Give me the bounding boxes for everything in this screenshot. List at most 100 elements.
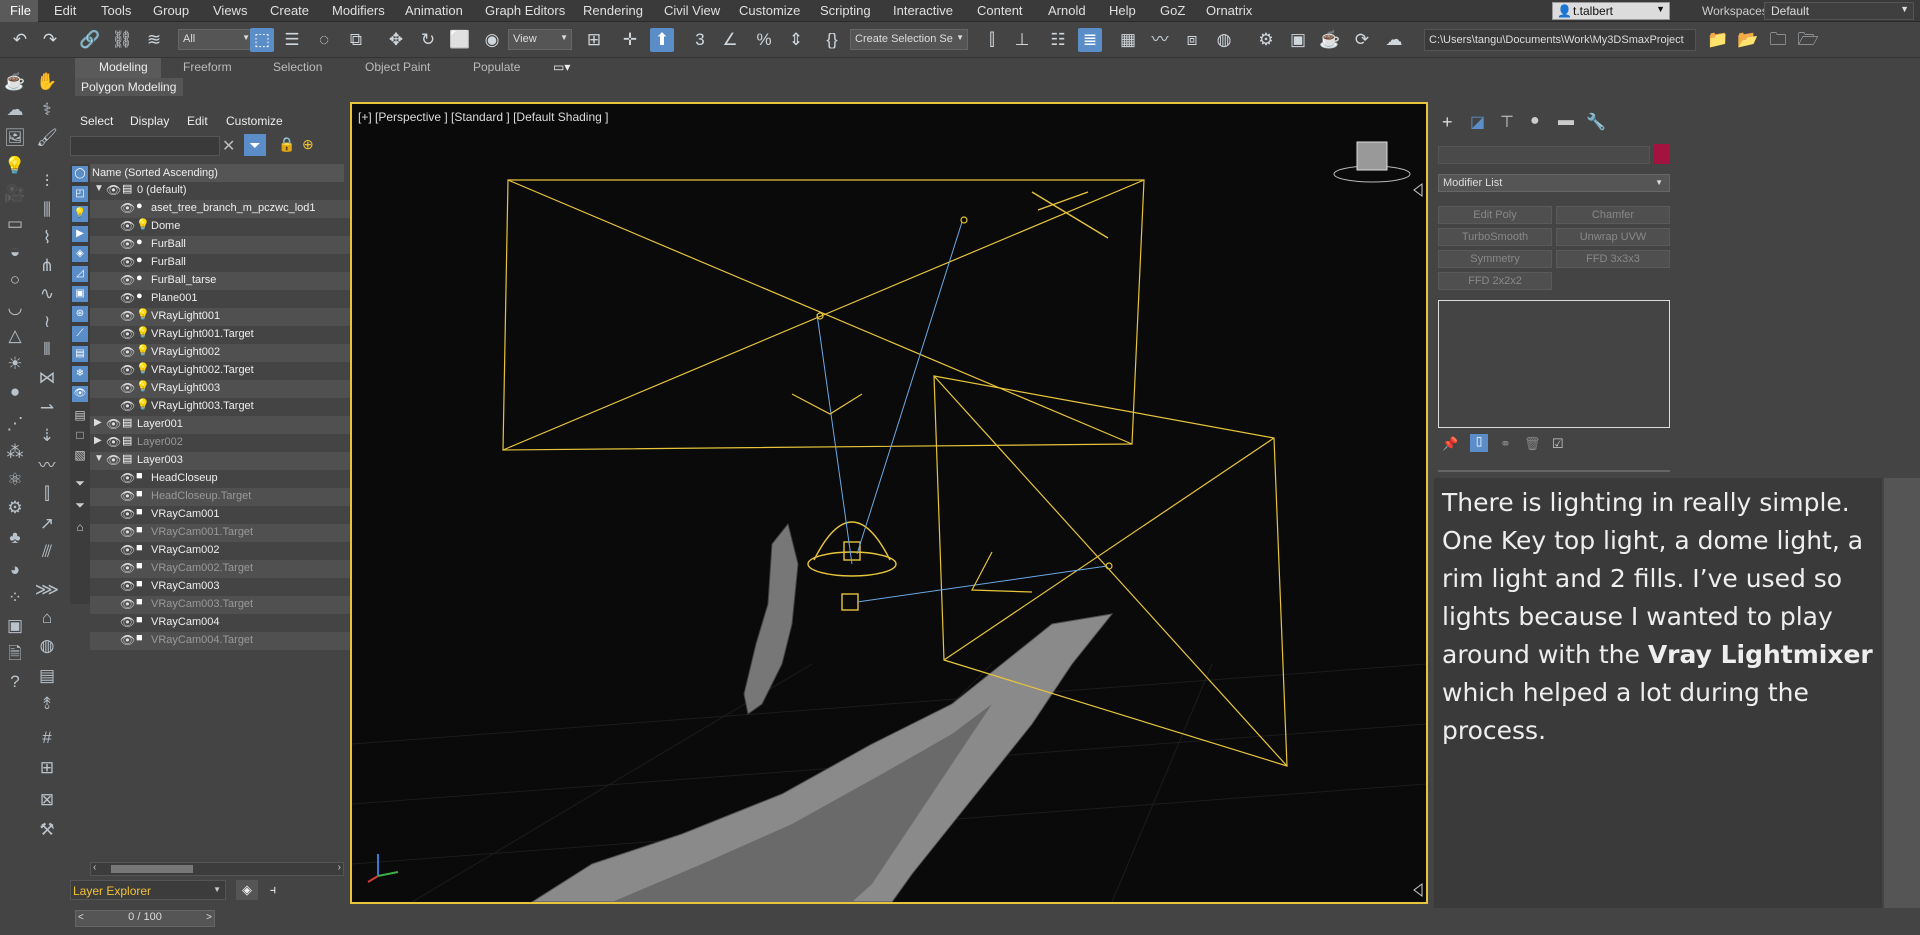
viewcube[interactable] xyxy=(1333,141,1411,183)
tab-modeling[interactable]: Modeling xyxy=(75,58,161,78)
display-all-icon[interactable]: ▤ xyxy=(72,408,88,424)
explorer-column-header[interactable]: Name (Sorted Ascending) xyxy=(70,164,344,182)
menu-rendering[interactable]: Rendering xyxy=(583,3,643,18)
utilities-tab-icon[interactable]: 🔧 xyxy=(1586,112,1606,132)
visibility-eye-icon[interactable]: 👁 xyxy=(120,237,135,251)
visibility-eye-icon[interactable]: 👁 xyxy=(120,561,135,575)
edit-poly-button[interactable]: Edit Poly xyxy=(1438,206,1552,224)
filter-icon[interactable]: ⏷ xyxy=(244,134,266,156)
object-row[interactable]: 👁 💡 VRayLight001.Target xyxy=(90,326,364,344)
angle-snap-icon[interactable]: ∠ xyxy=(718,28,742,52)
grass-icon[interactable]: ⫻ xyxy=(34,540,60,564)
visibility-eye-icon[interactable]: 👁 xyxy=(120,345,135,359)
strands-icon[interactable]: ⫶ xyxy=(34,170,60,194)
visibility-eye-icon[interactable]: 👁 xyxy=(120,525,135,539)
modify-tab-icon[interactable]: ◪ xyxy=(1470,112,1485,132)
pin-stack-icon[interactable]: 📌 xyxy=(1442,436,1458,452)
brush-icon[interactable]: 🖌 xyxy=(34,126,60,150)
display-helpers-icon[interactable]: ◈ xyxy=(72,246,88,262)
open-folder-icon[interactable]: 📂 xyxy=(1736,28,1760,52)
comb-icon[interactable]: ⫼ xyxy=(34,198,60,222)
menu-edit[interactable]: Edit xyxy=(54,3,76,18)
explorer-menu-customize[interactable]: Customize xyxy=(226,114,283,128)
sun-icon[interactable]: ☀ xyxy=(2,352,28,376)
visibility-eye-icon[interactable]: 👁 xyxy=(120,471,135,485)
plane-icon[interactable]: ▭ xyxy=(2,212,28,236)
hand-icon[interactable]: ✋ xyxy=(34,70,60,94)
render-setup-icon[interactable]: ⚙ xyxy=(1254,28,1278,52)
layers-icon[interactable]: ◈ xyxy=(236,880,258,900)
hair-icon[interactable]: ⋰ xyxy=(2,412,28,436)
pivot-center-icon[interactable]: ⊞ xyxy=(582,28,606,52)
menu-civil-view[interactable]: Civil View xyxy=(664,3,720,18)
percent-snap-icon[interactable]: % xyxy=(752,28,776,52)
visibility-eye-icon[interactable]: 👁 xyxy=(120,201,135,215)
ffd-2x2x2-button[interactable]: FFD 2x2x2 xyxy=(1438,272,1552,290)
grid-icon[interactable]: # xyxy=(34,726,60,750)
wind-icon[interactable]: 〰 xyxy=(34,454,60,478)
object-row[interactable]: 👁 ■ VRayCam003 xyxy=(90,578,364,596)
polygon-modeling-panel[interactable]: Polygon Modeling xyxy=(75,78,183,96)
time-next-icon[interactable]: > xyxy=(206,912,212,923)
menu-group[interactable]: Group xyxy=(153,3,189,18)
set-project-icon[interactable]: 🗀 xyxy=(1766,28,1790,52)
visibility-eye-icon[interactable]: 👁 xyxy=(120,633,135,647)
remove-modifier-icon[interactable]: 🗑 xyxy=(1524,436,1541,452)
scrollbar-thumb[interactable] xyxy=(111,865,193,873)
select-manipulate-icon[interactable]: ✛ xyxy=(618,28,642,52)
visibility-eye-icon[interactable]: 👁 xyxy=(120,309,135,323)
modifier-list-dropdown[interactable]: Modifier List ▼ xyxy=(1438,174,1670,192)
cone-icon[interactable]: △ xyxy=(2,324,28,348)
bowl-icon[interactable]: ◡ xyxy=(2,296,28,320)
explorer-menu-select[interactable]: Select xyxy=(80,114,113,128)
render-icon[interactable]: ▣ xyxy=(2,614,28,638)
time-slider[interactable]: < 0 / 100 > xyxy=(75,910,215,927)
create-project-icon[interactable]: 🗁 xyxy=(1796,28,1820,52)
lattice-icon[interactable]: ⊞ xyxy=(34,756,60,780)
display-containers-icon[interactable]: ▤ xyxy=(72,346,88,362)
curve-editor-icon[interactable]: 〰 xyxy=(1148,28,1172,52)
object-row[interactable]: 👁 💡 VRayLight003.Target xyxy=(90,398,364,416)
visibility-eye-icon[interactable]: 👁 xyxy=(120,255,135,269)
object-row[interactable]: 👁 💡 VRayLight002.Target xyxy=(90,362,364,380)
render-production-icon[interactable]: ☕ xyxy=(1318,28,1342,52)
scroll-left-icon[interactable]: ‹ xyxy=(93,862,96,873)
camera-icon[interactable]: 🎥 xyxy=(2,182,28,206)
collapse-icon[interactable]: ▼ xyxy=(94,183,104,194)
chamfer-button[interactable]: Chamfer xyxy=(1556,206,1670,224)
collapse-icon[interactable]: ▼ xyxy=(94,453,104,464)
object-row[interactable]: 👁 💡 VRayLight003 xyxy=(90,380,364,398)
material-editor-icon[interactable]: ◍ xyxy=(1212,28,1236,52)
toggle-ribbon-icon[interactable]: ▦ xyxy=(1116,28,1140,52)
rotate-icon[interactable]: ↻ xyxy=(416,28,440,52)
menu-help[interactable]: Help xyxy=(1109,3,1136,18)
explorer-search-input[interactable] xyxy=(70,136,220,156)
motion-tab-icon[interactable]: ● xyxy=(1530,112,1540,130)
object-row[interactable]: 👁 💡 VRayLight002 xyxy=(90,344,364,362)
help-icon[interactable]: ? xyxy=(2,670,28,694)
menu-scripting[interactable]: Scripting xyxy=(820,3,871,18)
menu-content[interactable]: Content xyxy=(977,3,1023,18)
filter-funnel-icon[interactable]: ⏷ xyxy=(72,476,88,492)
tab-freeform[interactable]: Freeform xyxy=(183,60,232,74)
object-row[interactable]: 👁 ● FurBall xyxy=(90,254,364,272)
edit-named-selection-icon[interactable]: {} xyxy=(820,28,844,52)
ball-icon[interactable]: ● xyxy=(2,380,28,404)
mirror-icon[interactable]: ⫿ xyxy=(980,28,1004,52)
reference-coordinate-dropdown[interactable]: View ▼ xyxy=(508,29,572,50)
menu-animation[interactable]: Animation xyxy=(405,3,463,18)
redo-icon[interactable]: ↷ xyxy=(38,28,62,52)
link-icon[interactable]: 🔗 xyxy=(78,28,102,52)
explorer-type-dropdown[interactable]: Layer Explorer ▼ xyxy=(70,880,226,900)
visibility-eye-icon[interactable]: 👁 xyxy=(120,543,135,557)
placement-icon[interactable]: ◉ xyxy=(480,28,504,52)
window-crossing-icon[interactable]: ⧉ xyxy=(344,28,368,52)
perspective-viewport[interactable]: [+] [Perspective ] [Standard ] [Default … xyxy=(350,102,1428,904)
selection-region-icon[interactable]: ◌ xyxy=(312,28,336,52)
feather-icon[interactable]: ⥉ xyxy=(34,692,60,716)
frizz-icon[interactable]: ≀ xyxy=(34,310,60,334)
display-frozen-icon[interactable]: ❄ xyxy=(72,366,88,382)
menu-arnold[interactable]: Arnold xyxy=(1048,3,1086,18)
schematic-view-icon[interactable]: ⧈ xyxy=(1180,28,1204,52)
clear-search-icon[interactable]: ✕ xyxy=(222,136,235,156)
